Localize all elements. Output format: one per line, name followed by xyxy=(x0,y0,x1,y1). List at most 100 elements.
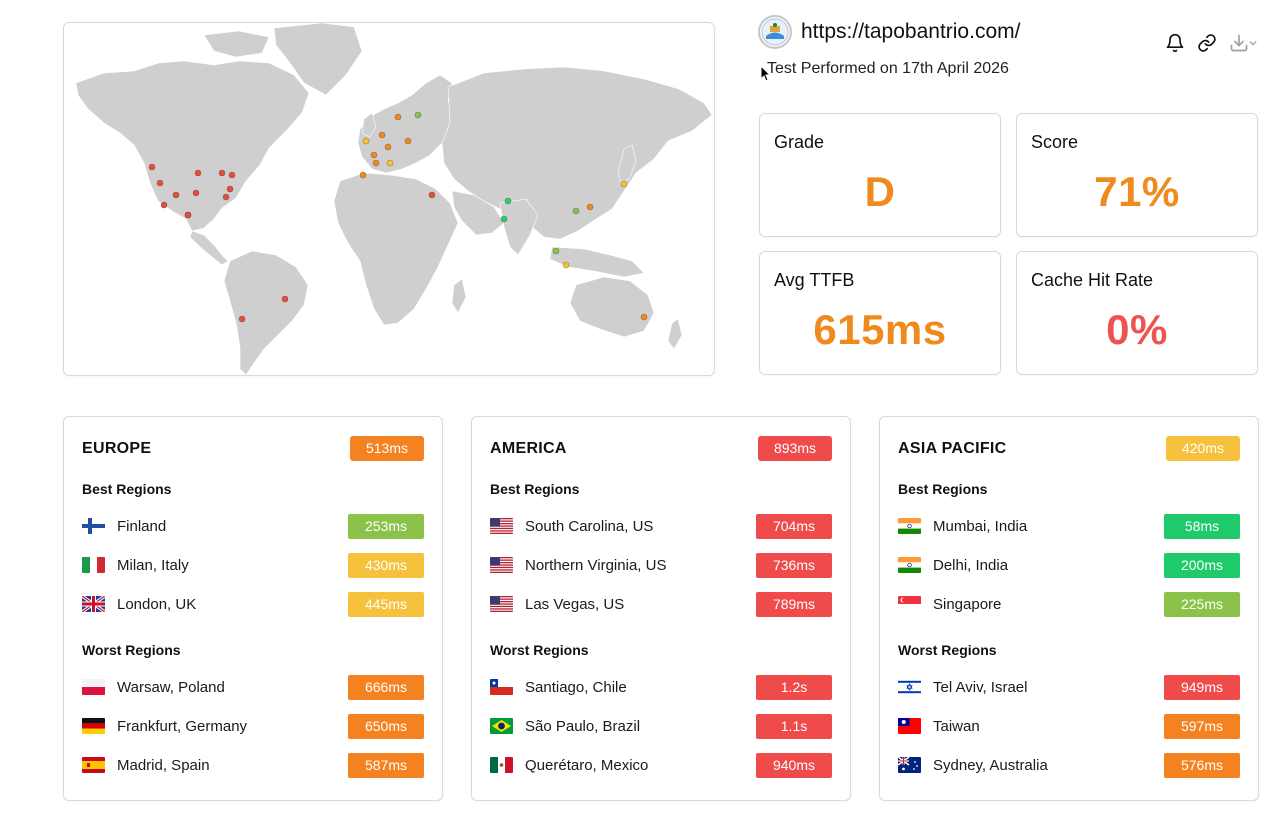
link-icon[interactable] xyxy=(1196,32,1218,54)
map-marker[interactable] xyxy=(572,207,580,215)
flag-de-icon xyxy=(82,718,105,734)
flag-gb-icon xyxy=(82,596,105,612)
map-marker[interactable] xyxy=(562,261,570,269)
map-marker[interactable] xyxy=(194,169,202,177)
map-marker[interactable] xyxy=(428,191,436,199)
flag-in-icon xyxy=(898,557,921,573)
map-marker[interactable] xyxy=(156,179,164,187)
region-latency-badge: 253ms xyxy=(348,514,424,539)
region-latency-badge: 940ms xyxy=(756,753,832,778)
region-card-asia-pacific: ASIA PACIFIC 420ms Best Regions Mumbai, In… xyxy=(879,416,1259,801)
map-marker[interactable] xyxy=(394,113,402,121)
region-name: Warsaw, Poland xyxy=(117,679,225,696)
metric-label: Grade xyxy=(774,132,825,152)
map-marker[interactable] xyxy=(228,171,236,179)
region-name: Finland xyxy=(117,518,167,535)
metric-cache-hit-rate: Cache Hit Rate 0% xyxy=(1016,251,1258,375)
best-regions-heading: Best Regions xyxy=(898,481,988,497)
region-name: Frankfurt, Germany xyxy=(117,718,248,735)
region-name: South Carolina, US xyxy=(525,518,654,535)
region-average-badge: 420ms xyxy=(1166,436,1240,461)
chevron-down-icon[interactable] xyxy=(1249,39,1257,47)
best-regions-heading: Best Regions xyxy=(82,481,172,497)
flag-it-icon xyxy=(82,557,105,573)
header-actions xyxy=(1164,32,1258,54)
bell-icon[interactable] xyxy=(1164,32,1186,54)
map-marker[interactable] xyxy=(504,197,512,205)
region-latency-badge: 200ms xyxy=(1164,553,1240,578)
map-marker[interactable] xyxy=(384,143,392,151)
site-url[interactable]: https://tapobantrio.com/ xyxy=(801,20,1020,44)
flag-in-icon xyxy=(898,518,921,534)
worst-regions-heading: Worst Regions xyxy=(490,642,589,658)
region-row: Northern Virginia, US 736ms xyxy=(490,553,832,578)
metric-label: Avg TTFB xyxy=(774,270,855,290)
site-header: https://tapobantrio.com/ Test Performed … xyxy=(758,14,1258,94)
region-row: Santiago, Chile 1.2s xyxy=(490,675,832,700)
map-marker[interactable] xyxy=(552,247,560,255)
region-latency-badge: 789ms xyxy=(756,592,832,617)
region-name: Northern Virginia, US xyxy=(525,557,667,574)
map-marker[interactable] xyxy=(281,295,289,303)
site-logo-icon xyxy=(758,15,792,49)
map-marker[interactable] xyxy=(226,185,234,193)
map-marker[interactable] xyxy=(386,159,394,167)
map-marker[interactable] xyxy=(404,137,412,145)
region-row: Milan, Italy 430ms xyxy=(82,553,424,578)
map-marker[interactable] xyxy=(640,313,648,321)
region-row: Mumbai, India 58ms xyxy=(898,514,1240,539)
metric-label: Score xyxy=(1031,132,1079,152)
map-marker[interactable] xyxy=(586,203,594,211)
map-marker[interactable] xyxy=(359,171,367,179)
region-row: São Paulo, Brazil 1.1s xyxy=(490,714,832,739)
region-name: Singapore xyxy=(933,596,1002,613)
flag-us-icon xyxy=(490,596,513,612)
region-row: Delhi, India 200ms xyxy=(898,553,1240,578)
region-name: Madrid, Spain xyxy=(117,757,210,774)
map-marker[interactable] xyxy=(620,180,628,188)
map-marker[interactable] xyxy=(192,189,200,197)
map-marker[interactable] xyxy=(160,201,168,209)
region-row: Taiwan 597ms xyxy=(898,714,1240,739)
map-marker[interactable] xyxy=(148,163,156,171)
region-row: Singapore 225ms xyxy=(898,592,1240,617)
region-latency-badge: 576ms xyxy=(1164,753,1240,778)
region-latency-badge: 597ms xyxy=(1164,714,1240,739)
test-date: Test Performed on 17th April 2026 xyxy=(767,60,1009,77)
map-marker[interactable] xyxy=(414,111,422,119)
metric-grade: Grade D xyxy=(759,113,1001,237)
worst-regions-heading: Worst Regions xyxy=(898,642,997,658)
flag-us-icon xyxy=(490,557,513,573)
map-marker[interactable] xyxy=(362,137,370,145)
metric-value: 71% xyxy=(1094,168,1180,215)
region-row: South Carolina, US 704ms xyxy=(490,514,832,539)
flag-mx-icon xyxy=(490,757,513,773)
map-marker[interactable] xyxy=(172,191,180,199)
flag-br-icon xyxy=(490,718,513,734)
map-marker[interactable] xyxy=(500,215,508,223)
region-row: London, UK 445ms xyxy=(82,592,424,617)
download-icon[interactable] xyxy=(1228,32,1258,54)
metric-value: D xyxy=(864,168,896,215)
region-row: Frankfurt, Germany 650ms xyxy=(82,714,424,739)
flag-es-icon xyxy=(82,757,105,773)
region-title: AMERICA xyxy=(490,440,567,457)
map-marker[interactable] xyxy=(370,151,378,159)
best-regions-heading: Best Regions xyxy=(490,481,580,497)
map-marker[interactable] xyxy=(184,211,192,219)
region-name: São Paulo, Brazil xyxy=(525,718,641,735)
mouse-cursor-icon xyxy=(760,65,772,82)
region-latency-badge: 736ms xyxy=(756,553,832,578)
map-marker[interactable] xyxy=(372,159,380,167)
map-marker[interactable] xyxy=(378,131,386,139)
region-average-badge: 513ms xyxy=(350,436,424,461)
region-name: Milan, Italy xyxy=(117,557,189,574)
map-marker[interactable] xyxy=(238,315,246,323)
region-latency-badge: 58ms xyxy=(1164,514,1240,539)
flag-tw-icon xyxy=(898,718,921,734)
region-latency-badge: 650ms xyxy=(348,714,424,739)
map-marker[interactable] xyxy=(222,193,230,201)
map-marker[interactable] xyxy=(218,169,226,177)
region-latency-badge: 445ms xyxy=(348,592,424,617)
flag-us-icon xyxy=(490,518,513,534)
